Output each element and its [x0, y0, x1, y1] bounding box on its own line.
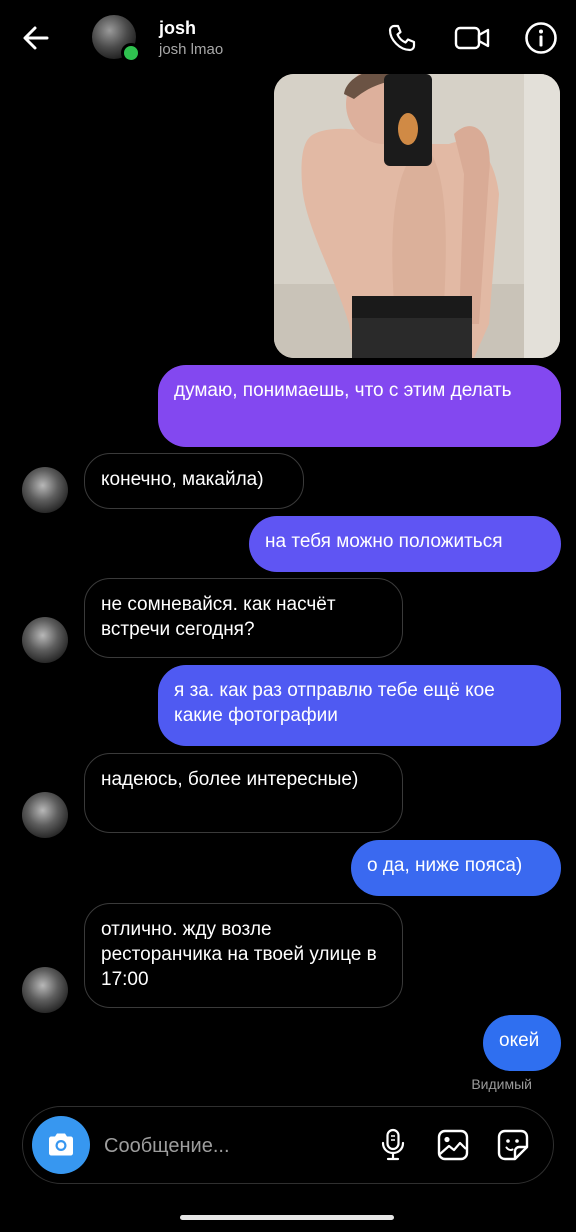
call-button[interactable]	[382, 18, 422, 58]
photo-message[interactable]	[274, 74, 560, 358]
info-icon	[525, 22, 557, 54]
phone-icon	[388, 24, 416, 52]
sent-message[interactable]: думаю, понимаешь, что с этим делать	[158, 365, 561, 447]
video-call-button[interactable]	[452, 18, 492, 58]
online-status-dot	[121, 43, 141, 63]
sticker-icon	[497, 1129, 529, 1161]
message-input[interactable]	[104, 1130, 364, 1162]
arrow-left-icon	[23, 26, 49, 50]
sent-message[interactable]: на тебя можно положиться	[249, 516, 561, 572]
contact-avatar-small[interactable]	[22, 467, 68, 513]
contact-avatar-small[interactable]	[22, 792, 68, 838]
received-message[interactable]: отлично. жду возле ресторанчика на твоей…	[84, 903, 403, 1008]
microphone-icon	[381, 1128, 405, 1161]
camera-icon	[49, 1133, 73, 1156]
home-indicator	[180, 1215, 394, 1220]
sent-message[interactable]: о да, ниже пояса)	[351, 840, 561, 896]
contact-username: josh lmao	[159, 41, 224, 58]
contact-avatar-small[interactable]	[22, 967, 68, 1013]
gallery-button[interactable]	[433, 1125, 473, 1165]
received-message[interactable]: не сомневайся. как насчёт встречи сегодн…	[84, 578, 403, 658]
received-message[interactable]: надеюсь, более интересные)	[84, 753, 403, 833]
sticker-button[interactable]	[493, 1125, 533, 1165]
contact-name[interactable]: josh	[159, 18, 196, 39]
info-button[interactable]	[521, 18, 561, 58]
received-message[interactable]: конечно, макайла)	[84, 453, 304, 509]
contact-avatar-small[interactable]	[22, 617, 68, 663]
voice-message-button[interactable]	[373, 1125, 413, 1165]
camera-button[interactable]	[32, 1116, 90, 1174]
mirror-selfie-photo	[274, 74, 560, 358]
back-button[interactable]	[14, 18, 58, 58]
sent-message[interactable]: окей	[483, 1015, 561, 1071]
video-camera-icon	[454, 26, 490, 50]
seen-status: Видимый	[471, 1076, 532, 1092]
sent-message[interactable]: я за. как раз отправлю тебе ещё кое каки…	[158, 665, 561, 746]
gallery-icon	[437, 1129, 469, 1161]
